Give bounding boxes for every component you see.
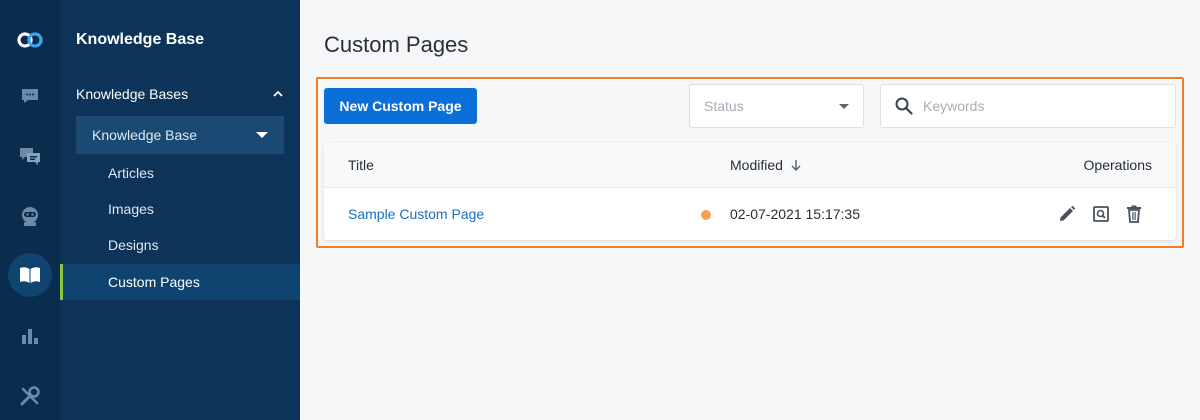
messages-icon[interactable] bbox=[0, 134, 60, 178]
reports-icon[interactable] bbox=[0, 314, 60, 358]
row-modified: 02-07-2021 15:17:35 bbox=[730, 206, 860, 222]
sidebar-item-images[interactable]: Images bbox=[60, 191, 300, 227]
status-placeholder: Status bbox=[704, 98, 744, 114]
status-dot bbox=[701, 210, 711, 220]
search-icon bbox=[895, 97, 913, 115]
selected-kb-label: Knowledge Base bbox=[92, 127, 198, 143]
sidebar-item-articles[interactable]: Articles bbox=[60, 155, 300, 191]
search-box bbox=[880, 84, 1176, 128]
custom-pages-table: Title Modified Operations Sample Custom … bbox=[324, 143, 1176, 240]
sidebar: Knowledge Base Knowledge Bases Knowledge… bbox=[60, 0, 300, 420]
delete-icon[interactable] bbox=[1123, 203, 1145, 225]
sort-down-arrow-icon bbox=[791, 160, 801, 172]
preview-icon[interactable] bbox=[1090, 203, 1112, 225]
search-input[interactable] bbox=[923, 98, 1163, 114]
header-modified-label: Modified bbox=[730, 157, 783, 173]
logo-icon[interactable] bbox=[0, 18, 60, 62]
chevron-up-icon bbox=[273, 90, 283, 97]
header-modified[interactable]: Modified bbox=[730, 157, 803, 173]
status-select[interactable]: Status bbox=[689, 84, 864, 128]
header-title: Title bbox=[348, 157, 374, 173]
new-custom-page-button[interactable]: New Custom Page bbox=[324, 88, 477, 124]
edit-icon[interactable] bbox=[1056, 203, 1078, 225]
chat-icon[interactable] bbox=[0, 74, 60, 118]
sidebar-title: Knowledge Base bbox=[76, 31, 205, 48]
table-header: Title Modified Operations bbox=[324, 143, 1176, 188]
settings-tools-icon[interactable] bbox=[0, 374, 60, 418]
sidebar-item-designs[interactable]: Designs bbox=[60, 227, 300, 263]
section-label: Knowledge Bases bbox=[76, 86, 189, 102]
page-title: Custom Pages bbox=[324, 32, 469, 57]
knowledge-base-select[interactable]: Knowledge Base bbox=[76, 116, 284, 154]
knowledge-base-icon[interactable] bbox=[0, 253, 60, 297]
table-row: Sample Custom Page 02-07-2021 15:17:35 bbox=[324, 189, 1176, 239]
sidebar-item-custom-pages[interactable]: Custom Pages bbox=[60, 264, 300, 300]
knowledge-bases-section[interactable]: Knowledge Bases bbox=[76, 84, 284, 104]
row-title-link[interactable]: Sample Custom Page bbox=[348, 206, 484, 222]
bot-icon[interactable] bbox=[0, 194, 60, 238]
icon-rail bbox=[0, 0, 60, 420]
caret-down-icon bbox=[839, 103, 849, 109]
header-operations: Operations bbox=[1083, 157, 1152, 173]
caret-down-icon bbox=[256, 132, 268, 138]
